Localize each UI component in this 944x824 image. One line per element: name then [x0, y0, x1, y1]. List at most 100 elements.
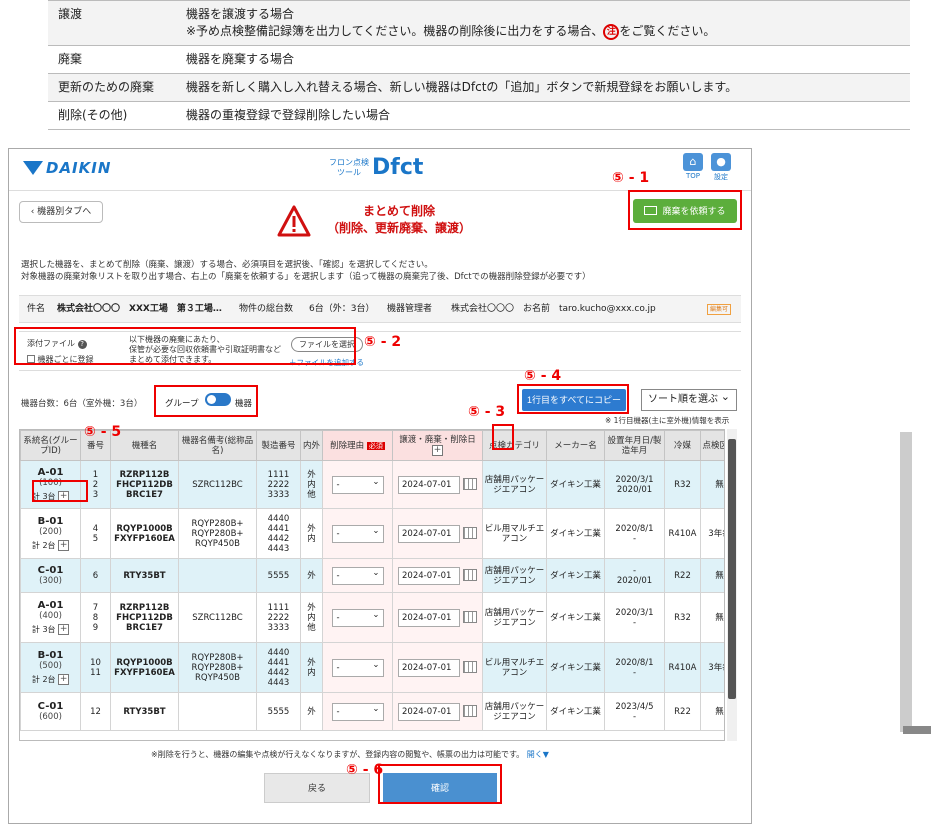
deletion-type-desc: 機器を新しく購入し入れ替える場合、新しい機器はDfctの「追加」ボタンで新規登録…: [176, 73, 910, 102]
deletion-type-table: 譲渡 機器を譲渡する場合 ※予め点検整備記録簿を出力してください。機器の削除後に出力…: [48, 0, 910, 130]
attachment-label: 添付ファイル ?: [27, 338, 87, 349]
subject-key: 件名: [27, 304, 46, 314]
expand-plus-icon[interactable]: +: [58, 539, 70, 551]
column-header: 点検カテゴリ: [482, 430, 547, 461]
remark-cell: RQYP280B+ RQYP280B+ RQYP450B: [178, 642, 257, 693]
refrigerant-cell: R410A: [664, 642, 701, 693]
remark-cell: RQYP280B+ RQYP280B+ RQYP450B: [178, 508, 257, 559]
install-date-cell: 2020/8/1-: [604, 508, 665, 559]
refrigerant-cell: R32: [664, 592, 701, 643]
maker-cell: ダイキン工業: [546, 558, 605, 593]
refrigerant-cell: R22: [664, 692, 701, 731]
serial-cell: 4440 4441 4442 4443: [256, 642, 301, 693]
manager-key: 機器管理者: [387, 304, 433, 314]
table-row: C-01(600)12RTY35BT 5555外-2024-07-01 店舗用パッケ…: [20, 692, 724, 731]
column-header: 点検区分: [700, 430, 724, 461]
inout-cell: 外内: [300, 642, 323, 693]
date-input[interactable]: 2024-07-01: [398, 475, 460, 494]
maker-cell: ダイキン工業: [546, 642, 605, 693]
reason-select[interactable]: -: [331, 565, 384, 585]
date-expand-plus-icon[interactable]: +: [432, 445, 443, 456]
column-header: 譲渡・廃棄・削除日 +: [392, 430, 483, 461]
calendar-icon[interactable]: [463, 569, 477, 581]
reason-cell: -: [322, 558, 393, 593]
category-cell: ビル用マルチエ アコン: [482, 508, 547, 559]
system-name-cell: B-01 (500) 計 2台 +: [20, 642, 81, 693]
maker-cell: ダイキン工業: [546, 692, 605, 731]
choose-file-button[interactable]: ファイルを選択: [291, 337, 363, 352]
total-key: 物件の総台数: [239, 304, 294, 314]
column-header: 冷媒: [664, 430, 701, 461]
callout-label-6: ⑤ - 6: [346, 762, 384, 778]
deletion-type-desc: 機器を譲渡する場合 ※予め点検整備記録簿を出力してください。機器の削除後に出力をす…: [176, 0, 910, 46]
person-icon: ●: [711, 153, 731, 171]
date-cell: 2024-07-01: [392, 460, 483, 509]
add-file-link[interactable]: ＋ファイルを追加する: [289, 357, 364, 368]
reason-select[interactable]: -: [331, 523, 384, 543]
settings-button[interactable]: ● 設定: [709, 153, 733, 183]
request-disposal-button[interactable]: 廃棄を依頼する: [633, 199, 737, 223]
date-input[interactable]: 2024-07-01: [398, 566, 460, 585]
model-cell: RZRP112B FHCP112DB BRC1E7: [110, 460, 179, 509]
number-cell: 10 11: [80, 642, 111, 693]
deletion-type-term: 更新のための廃棄: [48, 73, 176, 102]
calendar-icon[interactable]: [463, 611, 477, 623]
reason-select[interactable]: -: [331, 474, 384, 494]
deletion-type-desc: 機器の重複登録で登録削除したい場合: [176, 101, 910, 130]
calendar-icon[interactable]: [463, 705, 477, 717]
total-value: 6台（外：3台）: [309, 304, 375, 314]
model-cell: RTY35BT: [110, 558, 179, 593]
expand-plus-icon[interactable]: +: [58, 490, 70, 502]
back-to-device-tab-button[interactable]: ‹ 機器別タブへ: [19, 201, 103, 223]
reason-cell: -: [322, 642, 393, 693]
number-cell: 12: [80, 692, 111, 731]
note-badge[interactable]: 注: [603, 23, 620, 40]
callout-label-4: ⑤ - 4: [524, 368, 562, 384]
copy-first-row-button[interactable]: 1行目をすべてにコピー: [522, 389, 626, 411]
sort-select[interactable]: ソート順を選ぶ: [641, 387, 737, 411]
inout-cell: 外内他: [300, 460, 323, 509]
app-screenshot: DAIKIN フロン点検 ツール Dfct ⌂ TOP ● 設定 ‹ 機器別タブへ まと…: [8, 148, 752, 824]
outer-scrollbar-thumb[interactable]: [903, 726, 931, 734]
date-input[interactable]: 2024-07-01: [398, 524, 460, 543]
date-input[interactable]: 2024-07-01: [398, 608, 460, 627]
model-cell: RQYP1000B FXYFP160EA: [110, 508, 179, 559]
calendar-icon[interactable]: [463, 527, 477, 539]
serial-cell: 1111 2222 3333: [256, 460, 301, 509]
expand-plus-icon[interactable]: +: [58, 623, 70, 635]
table-row: C-01(300)6RTY35BT 5555外-2024-07-01 店舗用パッケー…: [20, 558, 724, 593]
calendar-icon[interactable]: [463, 478, 477, 490]
callout-label-5: ⑤ - 5: [84, 424, 122, 440]
register-per-device-checkbox[interactable]: 機器ごとに登録: [27, 354, 94, 365]
outer-scrollbar[interactable]: [900, 432, 912, 732]
inout-cell: 外: [300, 692, 323, 731]
table-row: A-01 (100) 計 3台 +1 2 3 RZRP112B FHCP112DB BRC1E…: [20, 460, 724, 509]
reason-select[interactable]: -: [331, 607, 384, 627]
remark-cell: SZRC112BC: [178, 592, 257, 643]
editable-badge: 編集可: [707, 304, 731, 315]
attachment-description: 以下機器の廃棄にあたり、 保管が必要な回収依頼書や引取証明書など まとめて添付できま…: [129, 335, 281, 364]
reason-select[interactable]: -: [331, 701, 384, 721]
calendar-icon[interactable]: [463, 661, 477, 673]
system-name-cell: A-01 (400) 計 3台 +: [20, 592, 81, 643]
confirm-button[interactable]: 確認: [383, 773, 497, 803]
reason-select[interactable]: -: [331, 657, 384, 677]
column-header: 削除理由 必須: [322, 430, 393, 461]
inspection-class-cell: 3年毎: [700, 642, 724, 693]
table-scrollbar[interactable]: [727, 429, 737, 741]
date-input[interactable]: 2024-07-01: [398, 702, 460, 721]
expand-plus-icon[interactable]: +: [58, 673, 70, 685]
date-input[interactable]: 2024-07-01: [398, 658, 460, 677]
page-title: まとめて削除 （削除、更新廃棄、譲渡）: [326, 204, 471, 235]
remark-cell: [178, 692, 257, 731]
open-link[interactable]: 開く▼: [527, 750, 549, 759]
help-icon[interactable]: ?: [77, 340, 87, 349]
column-header: 内外: [300, 430, 323, 461]
app-title: フロン点検 ツール Dfct: [329, 155, 424, 180]
manager-value: 株式会社〇〇〇 お名前 taro.kucho@xxx.co.jp: [451, 304, 656, 314]
model-cell: RTY35BT: [110, 692, 179, 731]
top-button[interactable]: ⌂ TOP: [681, 153, 705, 183]
system-name-cell: A-01 (100) 計 3台 +: [20, 460, 81, 509]
home-icon: ⌂: [683, 153, 703, 171]
group-device-toggle[interactable]: [205, 393, 231, 406]
